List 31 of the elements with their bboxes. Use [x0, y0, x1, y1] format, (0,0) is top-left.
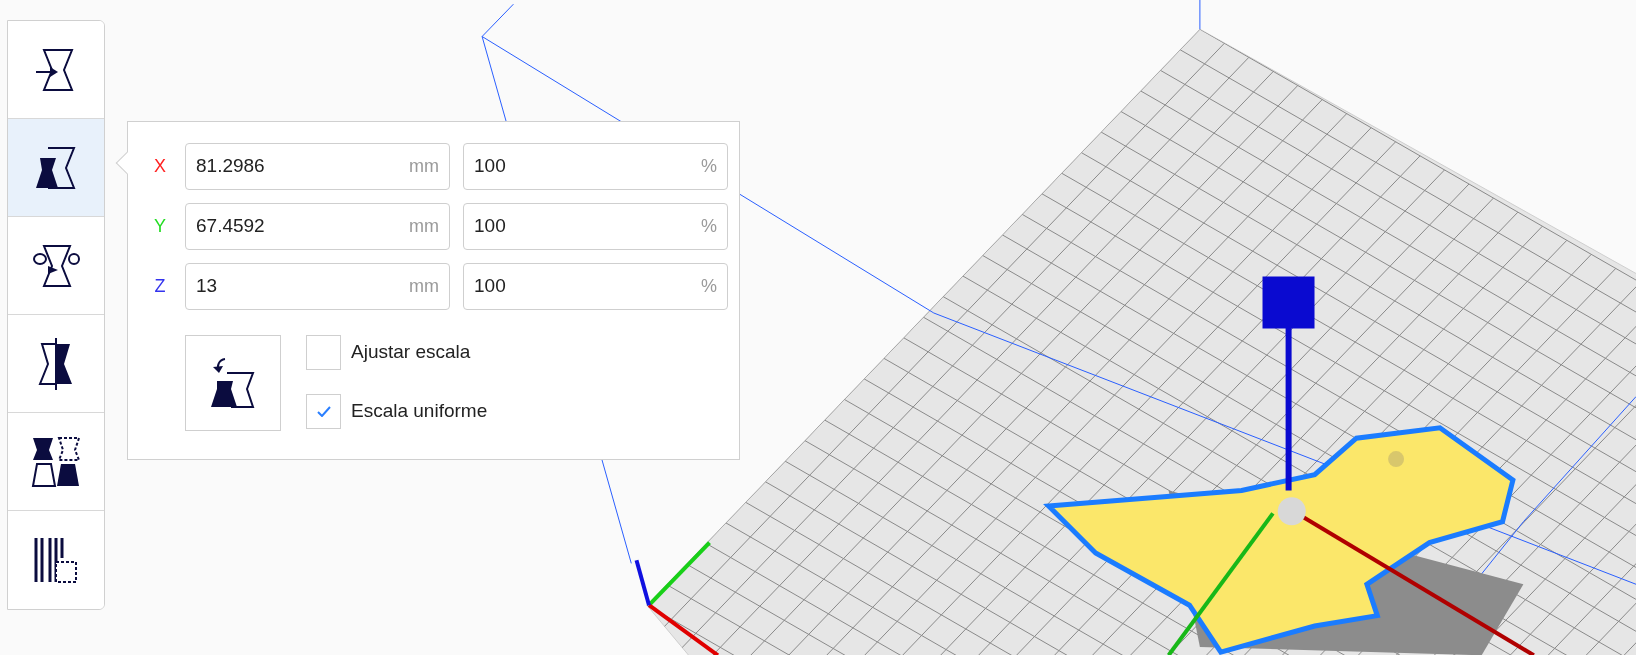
size-field[interactable]: 81.2986 mm	[185, 143, 450, 190]
percent-field[interactable]: 100 %	[463, 263, 728, 310]
field-value: 100	[474, 154, 506, 179]
unit-label: %	[701, 155, 717, 178]
axis-label: X	[153, 155, 167, 178]
checkbox[interactable]	[306, 394, 341, 429]
checkbox-label: Escala uniforme	[351, 399, 488, 424]
percent-field[interactable]: 100 %	[463, 203, 728, 250]
field-value: 81.2986	[196, 154, 265, 179]
axis-label: Y	[153, 215, 167, 238]
checkbox[interactable]	[306, 335, 341, 370]
field-value: 100	[474, 214, 506, 239]
unit-label: %	[701, 215, 717, 238]
size-field[interactable]: 67.4592 mm	[185, 203, 450, 250]
unit-label: mm	[409, 155, 439, 178]
field-value: 100	[474, 274, 506, 299]
field-value: 13	[196, 274, 218, 299]
per-model-settings-icon	[31, 435, 81, 488]
tool-button[interactable]	[8, 21, 104, 119]
tool-button[interactable]	[8, 119, 104, 217]
check-icon	[316, 406, 331, 417]
percent-field[interactable]: 100 %	[463, 143, 728, 190]
checkbox-label: Ajustar escala	[351, 340, 471, 365]
unit-label: %	[701, 275, 717, 298]
size-field[interactable]: 13 mm	[185, 263, 450, 310]
reset-scale-button[interactable]	[185, 335, 281, 431]
unit-label: mm	[409, 275, 439, 298]
axis-label: Z	[153, 275, 167, 298]
field-value: 67.4592	[196, 214, 265, 239]
unit-label: mm	[409, 215, 439, 238]
reset-scale-icon	[209, 355, 257, 411]
